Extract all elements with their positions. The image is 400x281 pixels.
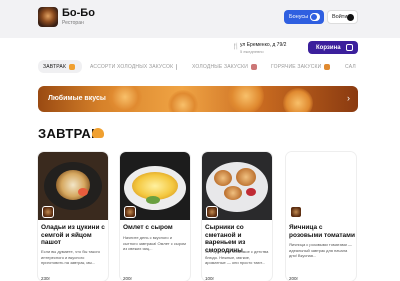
cart-button[interactable]: Корзина <box>308 41 358 54</box>
brand-subtitle: Ресторан <box>62 20 84 26</box>
promo-banner[interactable]: Любимые вкусы › <box>38 86 358 112</box>
product-name: Яичница с розовыми томатами <box>289 224 355 239</box>
knife-icon <box>176 63 177 70</box>
login-label: Войти <box>332 14 348 20</box>
cart-label: Корзина <box>316 44 341 51</box>
tab-cold-assorti[interactable]: АССОРТИ ХОЛОДНЫХ ЗАКУСОК <box>85 60 177 73</box>
product-weight: 200г <box>123 276 133 281</box>
product-card[interactable]: Оладьи из цукини с семгой и яйцом пашот … <box>38 152 108 281</box>
cutlery-icon: 🍴 <box>232 44 240 50</box>
product-description: Яичница с розовыми томатами — идеальный … <box>289 242 352 258</box>
bonus-toggle-icon[interactable] <box>310 13 320 21</box>
product-weight: 200г <box>289 276 299 281</box>
section-title: ЗАВТРАК <box>38 126 100 141</box>
delivery-time: 5 ежедневно <box>240 49 264 54</box>
chef-avatar <box>42 206 54 218</box>
product-card[interactable]: Яичница с розовыми томатами Яичница с ро… <box>286 152 356 281</box>
tab-salads[interactable]: САЛ <box>340 60 370 73</box>
brand-name[interactable]: Бо-Бо <box>62 7 95 19</box>
product-name: Омлет с сыром <box>123 224 173 231</box>
product-card[interactable]: Омлет с сыром Начните день с вкусного и … <box>120 152 190 281</box>
user-icon <box>347 14 354 21</box>
product-description: Начните день с вкусного и сытного завтра… <box>123 235 186 251</box>
product-description: Это простое и знакомое с детства блюдо. … <box>205 249 269 265</box>
croissant-icon <box>92 128 104 138</box>
banner-title: Любимые вкусы <box>48 95 106 102</box>
bag-icon <box>346 44 353 51</box>
address-text: ул Еременко, д 79/2 <box>240 42 287 48</box>
chef-avatar <box>206 206 218 218</box>
product-weight: 230г <box>41 276 51 281</box>
header: Бо-Бо Ресторан Бонусы Войти <box>0 0 400 38</box>
delivery-address[interactable]: 🍴 ул Еременко, д 79/2 5 ежедневно <box>228 42 302 54</box>
bonus-label: Бонусы <box>289 14 309 20</box>
hot-snack-icon <box>324 63 331 70</box>
product-card[interactable]: Сырники со сметаной и вареньем из смород… <box>202 152 272 281</box>
chef-avatar <box>124 206 136 218</box>
product-name: Оладьи из цукини с семгой и яйцом пашот <box>41 224 105 246</box>
croissant-icon <box>69 63 76 70</box>
product-description: Если вы думаете, что бы такого интересно… <box>41 249 101 265</box>
tab-cold-snacks[interactable]: ХОЛОДНЫЕ ЗАКУСКИ <box>187 60 259 73</box>
restaurant-logo[interactable] <box>38 7 58 27</box>
product-weight: 100г <box>205 276 215 281</box>
bonus-button[interactable]: Бонусы <box>284 10 324 24</box>
login-button[interactable]: Войти <box>327 10 358 24</box>
chef-avatar <box>290 206 302 218</box>
snack-icon <box>251 63 258 70</box>
chevron-right-icon[interactable]: › <box>347 93 350 103</box>
tab-breakfast[interactable]: ЗАВТРАК <box>38 60 82 73</box>
tab-hot-snacks[interactable]: ГОРЯЧИЕ ЗАКУСКИ <box>266 60 338 73</box>
category-tabs: ЗАВТРАК АССОРТИ ХОЛОДНЫХ ЗАКУСОК ХОЛОДНЫ… <box>38 60 400 73</box>
